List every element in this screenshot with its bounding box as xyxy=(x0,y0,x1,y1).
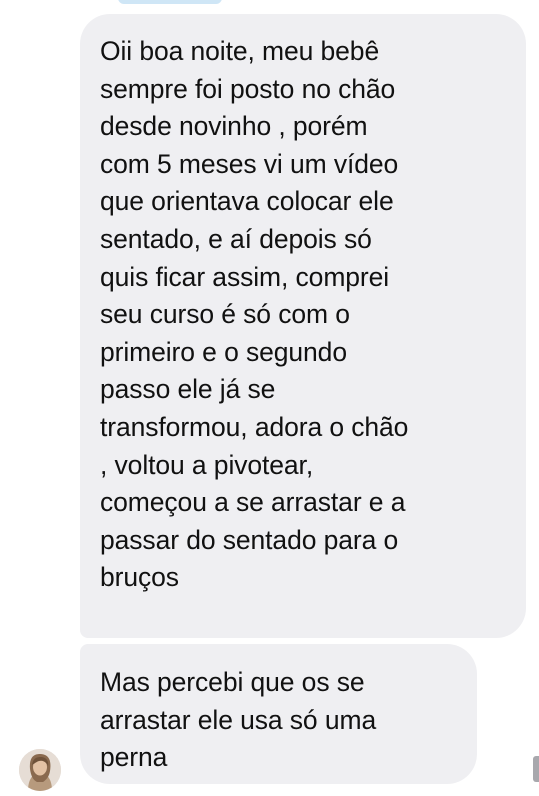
message-line: sempre foi posto no chão xyxy=(100,73,396,104)
message-line: seu curso é só com o xyxy=(100,299,350,330)
message-line: primeiro e o segundo xyxy=(100,336,347,367)
user-avatar-photo-icon xyxy=(19,749,61,791)
message-line: passo ele já se xyxy=(100,374,276,405)
message-bubble-2[interactable]: Mas percebi que os se arrastar ele usa s… xyxy=(80,644,477,784)
message-line: Mas percebi que os se xyxy=(100,667,365,697)
message-line: com 5 meses vi um vídeo xyxy=(100,148,399,179)
message-line: perna xyxy=(100,742,168,773)
message-line: , voltou a pivotear, xyxy=(100,449,314,480)
message-line: quis ficar assim, comprei xyxy=(100,261,390,292)
message-line: Oii boa noite, meu bebê xyxy=(100,36,380,66)
sender-avatar[interactable] xyxy=(19,749,61,791)
message-line: sentado, e aí depois só xyxy=(100,223,372,254)
message-bubble-1[interactable]: Oii boa noite, meu bebê sempre foi posto… xyxy=(80,14,526,638)
message-line: passar do sentado para o xyxy=(100,524,399,555)
message-line: bruços xyxy=(100,562,179,593)
previous-message-edge xyxy=(118,0,222,4)
message-line: transformou, adora o chão xyxy=(100,411,409,442)
message-line: arrastar ele usa só uma xyxy=(100,704,377,735)
message-line: desde novinho , porém xyxy=(100,111,368,142)
scroll-edge-indicator xyxy=(533,756,539,782)
message-line: começou a se arrastar e a xyxy=(100,487,406,518)
message-line: que orientava colocar ele xyxy=(100,186,394,217)
